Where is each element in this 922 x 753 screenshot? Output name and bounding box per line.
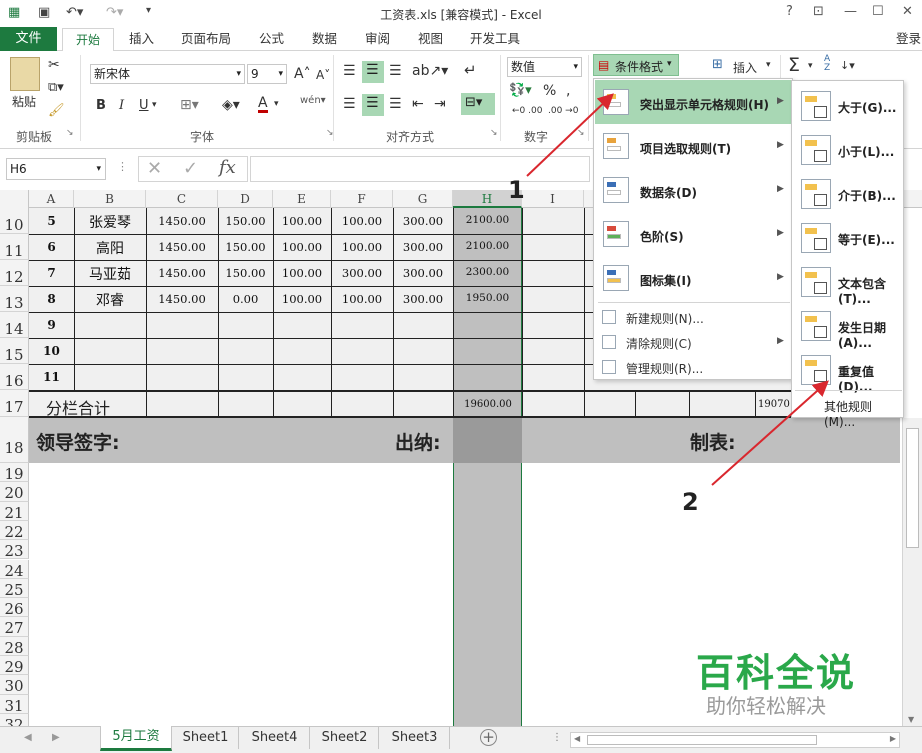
sheet-tab[interactable]: 5月工资 xyxy=(100,726,172,751)
arrow-2 xyxy=(711,380,829,486)
scroll-left-icon[interactable]: ◀ xyxy=(574,734,580,743)
h-scrollbar-thumb[interactable] xyxy=(587,735,817,745)
add-sheet-button[interactable]: + xyxy=(480,729,497,746)
sheet-tab[interactable]: Sheet3 xyxy=(380,727,450,749)
horizontal-scrollbar[interactable]: ◀ ▶ xyxy=(570,732,900,748)
sheet-tab[interactable]: Sheet1 xyxy=(173,727,239,749)
sheet-tab-bar: ◀ ▶ 5月工资 Sheet1 Sheet4 Sheet2 Sheet3 + ⋮ ◀ ▶ xyxy=(0,726,922,753)
sheet-tab[interactable]: Sheet2 xyxy=(311,727,379,749)
scroll-right-icon[interactable]: ▶ xyxy=(890,734,896,743)
annotation-overlay: 1 2 xyxy=(508,93,829,516)
next-sheet-icon[interactable]: ▶ xyxy=(52,732,60,743)
annotation-2: 2 xyxy=(682,488,699,516)
annotation-1: 1 xyxy=(508,176,525,204)
prev-sheet-icon[interactable]: ◀ xyxy=(24,732,32,743)
arrow-1 xyxy=(526,93,614,177)
tab-split-icon[interactable]: ⋮ xyxy=(552,732,562,743)
sheet-tab[interactable]: Sheet4 xyxy=(240,727,310,749)
